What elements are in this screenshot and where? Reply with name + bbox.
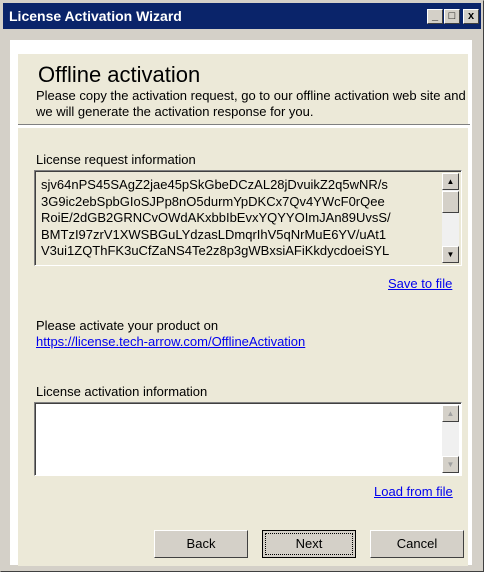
- title-bar[interactable]: License Activation Wizard _ □ x: [3, 3, 481, 29]
- page-header: Offline activation Please copy the activ…: [18, 54, 468, 124]
- activation-scrollbar[interactable]: ▲ ▼: [442, 405, 459, 473]
- back-button[interactable]: Back: [154, 530, 248, 558]
- minimize-button[interactable]: _: [427, 9, 443, 24]
- close-button[interactable]: x: [463, 9, 479, 24]
- request-scrollbar[interactable]: ▲ ▼: [442, 173, 459, 263]
- page-title: Offline activation: [38, 62, 201, 87]
- save-to-file-link[interactable]: Save to file: [388, 276, 452, 291]
- next-button[interactable]: Next: [262, 530, 356, 558]
- page-description: Please copy the activation request, go t…: [36, 88, 466, 119]
- license-request-textbox[interactable]: sjv64nPS45SAgZ2jae45pSkGbeDCzAL28jDvuikZ…: [34, 170, 462, 266]
- scroll-up-arrow-icon[interactable]: ▲: [442, 173, 459, 190]
- scroll-down-arrow-icon[interactable]: ▼: [442, 456, 459, 473]
- license-activation-label: License activation information: [36, 384, 208, 399]
- request-line: sjv64nPS45SAgZ2jae45pSkGbeDCzAL28jDvuikZ…: [41, 177, 388, 192]
- request-line: V3ui1ZQThFK3uCfZaNS4Te2z8p3gWBxsiAFiKkdy…: [41, 243, 390, 258]
- scroll-up-arrow-icon[interactable]: ▲: [442, 405, 459, 422]
- license-activation-textbox[interactable]: ▲ ▼: [34, 402, 462, 476]
- request-line: RoiE/2dGB2GRNCvOWdAKxbbIbEvxYQYYOImJAn89…: [41, 210, 391, 225]
- header-divider: [18, 124, 470, 125]
- scroll-down-arrow-icon[interactable]: ▼: [442, 246, 459, 263]
- window-title: License Activation Wizard: [9, 8, 182, 24]
- activate-instruction: Please activate your product on: [36, 318, 219, 333]
- maximize-button[interactable]: □: [444, 9, 460, 24]
- license-request-text[interactable]: sjv64nPS45SAgZ2jae45pSkGbeDCzAL28jDvuikZ…: [41, 177, 439, 263]
- request-line: BMTzI97zrV1XWSBGuLYdzasLDmqrIhV5qNrMuE6Y…: [41, 226, 387, 242]
- request-line: 3G9ic2ebSpbGIoSJPp8nO5durmYpDKCx7Qv4YWcF…: [41, 193, 385, 209]
- load-from-file-link[interactable]: Load from file: [374, 484, 453, 499]
- activation-url-link[interactable]: https://license.tech-arrow.com/OfflineAc…: [36, 334, 305, 349]
- scroll-thumb[interactable]: [442, 191, 459, 213]
- cancel-button[interactable]: Cancel: [370, 530, 464, 558]
- license-request-label: License request information: [36, 152, 196, 167]
